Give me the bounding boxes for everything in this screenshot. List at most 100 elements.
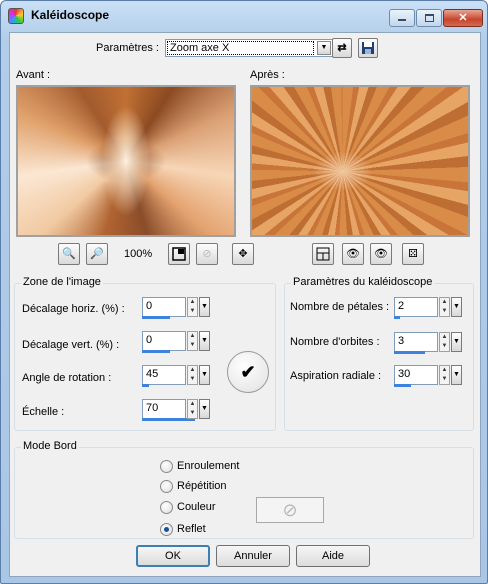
help-button[interactable]: Aide [296, 545, 370, 567]
magnifier-minus-icon: 🔍 [62, 248, 76, 260]
vert-offset-label: Décalage vert. (%) : [22, 339, 120, 351]
rotation-angle-input[interactable]: 45 [142, 365, 186, 385]
dialog-window: Kaléidoscope ✕ Paramètres : Zoom axe X ▼… [0, 0, 488, 584]
up-down-arrows-icon[interactable]: ▲ ▼ [187, 365, 198, 385]
chevron-down-icon[interactable]: ▼ [199, 331, 210, 351]
radio-label: Reflet [177, 523, 206, 535]
horiz-offset-spinner[interactable]: 0 ▲ ▼ ▼ [142, 297, 210, 319]
rotation-angle-level [142, 384, 149, 387]
pan-button[interactable]: ✥ [232, 243, 254, 265]
chevron-down-icon[interactable]: ▼ [451, 297, 462, 317]
radio-label: Répétition [177, 480, 227, 492]
horiz-offset-input[interactable]: 0 [142, 297, 186, 317]
radio-button[interactable] [160, 501, 173, 514]
radio-button[interactable] [160, 460, 173, 473]
randomize-button[interactable]: ⚄ [402, 243, 424, 265]
ok-button[interactable]: OK [136, 545, 210, 567]
zoom-out-button[interactable]: 🔍 [58, 243, 80, 265]
color-swatch[interactable]: ⊘ [256, 497, 324, 523]
params-label: Paramètres : [96, 42, 159, 54]
auto-proof-button[interactable]: 👁 [370, 243, 392, 265]
kaleido-params-title: Paramètres du kaléidoscope [291, 276, 435, 288]
move-arrows-icon: ✥ [238, 248, 248, 260]
close-icon: ✕ [458, 12, 468, 24]
chevron-down-icon[interactable]: ▼ [199, 297, 210, 317]
load-preset-button[interactable]: ⇄ [332, 38, 352, 58]
orbits-label: Nombre d'orbites : [290, 336, 380, 348]
petals-spinner[interactable]: 2 ▲ ▼ ▼ [394, 297, 462, 319]
save-disk-icon [362, 42, 374, 54]
chevron-down-icon[interactable]: ▼ [451, 332, 462, 352]
minimize-icon [398, 19, 406, 21]
params-select[interactable]: Zoom axe X ▼ [165, 39, 333, 57]
params-select-value: Zoom axe X [167, 41, 314, 55]
preview-on-image-button[interactable]: 👁 [342, 243, 364, 265]
layout-grid-icon [316, 247, 330, 261]
after-label: Après : [250, 69, 285, 81]
no-color-icon: ⊘ [282, 500, 298, 520]
horiz-offset-label: Décalage horiz. (%) : [22, 303, 125, 315]
petals-input[interactable]: 2 [394, 297, 438, 317]
fit-window-icon [172, 247, 186, 261]
orbits-level [394, 351, 425, 354]
orbits-spinner[interactable]: 3 ▲ ▼ ▼ [394, 332, 462, 354]
zoom-in-button[interactable]: 🔎 [86, 243, 108, 265]
rotation-angle-label: Angle de rotation : [22, 372, 112, 384]
radio-label: Couleur [177, 501, 216, 513]
petals-label: Nombre de pétales : [290, 301, 390, 313]
up-down-arrows-icon[interactable]: ▲ ▼ [187, 297, 198, 317]
maximize-icon [424, 14, 434, 22]
rotation-dial[interactable]: ✔ [227, 351, 269, 393]
title-bar: Kaléidoscope ✕ [1, 1, 487, 31]
dialog-client: Paramètres : Zoom axe X ▼ ⇄ Avant : Aprè… [9, 32, 481, 577]
radial-suction-label: Aspiration radiale : [290, 370, 382, 382]
up-down-arrows-icon[interactable]: ▲ ▼ [187, 331, 198, 351]
maximize-button[interactable] [416, 9, 442, 27]
disabled-proof-icon: ⊘ [202, 248, 212, 260]
window-title: Kaléidoscope [31, 8, 110, 22]
dial-check-icon: ✔ [240, 362, 256, 382]
reload-arrows-icon: ⇄ [337, 42, 347, 54]
eye-hand-icon: 👁 [346, 248, 360, 260]
fit-window-button[interactable] [168, 243, 190, 265]
kaleidoscope-app-icon [8, 8, 24, 24]
scale-spinner[interactable]: 70 ▲ ▼ ▼ [142, 399, 210, 421]
petals-level [394, 316, 400, 319]
close-button[interactable]: ✕ [443, 9, 483, 27]
rotation-angle-spinner[interactable]: 45 ▲ ▼ ▼ [142, 365, 210, 387]
vert-offset-spinner[interactable]: 0 ▲ ▼ ▼ [142, 331, 210, 353]
chevron-down-icon[interactable]: ▼ [199, 365, 210, 385]
zone-image-title: Zone de l'image [21, 276, 103, 288]
orbits-input[interactable]: 3 [394, 332, 438, 352]
scale-input[interactable]: 70 [142, 399, 186, 419]
up-down-arrows-icon[interactable]: ▲ ▼ [439, 297, 450, 317]
edge-mode-title: Mode Bord [21, 440, 79, 452]
edge-mode-group: Mode Bord [14, 440, 474, 539]
chevron-down-icon[interactable]: ▼ [317, 41, 331, 55]
up-down-arrows-icon[interactable]: ▲ ▼ [187, 399, 198, 419]
chevron-down-icon[interactable]: ▼ [199, 399, 210, 419]
radio-button[interactable] [160, 523, 173, 536]
horiz-offset-level [142, 316, 170, 319]
preview-after-image[interactable] [250, 85, 470, 237]
radial-suction-input[interactable]: 30 [394, 365, 438, 385]
up-down-arrows-icon[interactable]: ▲ ▼ [439, 365, 450, 385]
scale-label: Échelle : [22, 406, 65, 418]
vert-offset-input[interactable]: 0 [142, 331, 186, 351]
radial-suction-spinner[interactable]: 30 ▲ ▼ ▼ [394, 365, 462, 387]
preview-before-image[interactable] [16, 85, 236, 237]
vert-offset-level [142, 350, 170, 353]
cancel-button[interactable]: Annuler [216, 545, 290, 567]
save-preset-button[interactable] [358, 38, 378, 58]
zoom-level: 100% [124, 248, 153, 260]
dice-icon: ⚄ [408, 248, 418, 260]
before-label: Avant : [16, 69, 51, 81]
chevron-down-icon[interactable]: ▼ [451, 365, 462, 385]
up-down-arrows-icon[interactable]: ▲ ▼ [439, 332, 450, 352]
radial-suction-level [394, 384, 411, 387]
radio-label: Enroulement [177, 460, 240, 472]
minimize-button[interactable] [389, 9, 415, 27]
proof-button[interactable]: ⊘ [196, 243, 218, 265]
preview-layout-button[interactable] [312, 243, 334, 265]
radio-button[interactable] [160, 480, 173, 493]
